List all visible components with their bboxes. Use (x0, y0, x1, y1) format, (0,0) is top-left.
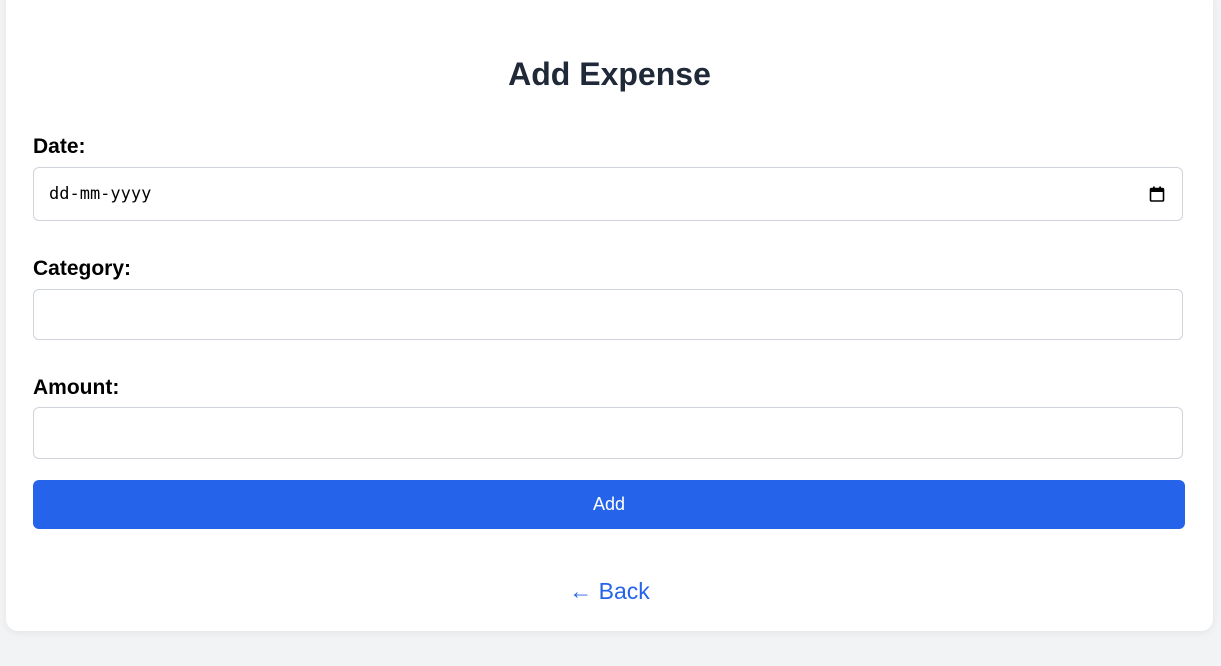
amount-field[interactable] (33, 407, 1183, 459)
amount-label: Amount: (33, 376, 120, 399)
date-label: Date: (33, 135, 86, 158)
date-field[interactable]: dd-mm-yyyy (33, 167, 1183, 221)
add-button[interactable]: Add (33, 480, 1185, 529)
add-expense-card: Add Expense Date: dd-mm-yyyy Category: A… (6, 0, 1213, 631)
back-link[interactable]: ← Back (6, 577, 1213, 605)
date-placeholder: dd-mm-yyyy (49, 184, 152, 204)
page-title: Add Expense (508, 56, 711, 92)
category-field[interactable] (33, 289, 1183, 340)
category-label: Category: (33, 257, 132, 280)
calendar-icon[interactable] (1149, 186, 1165, 202)
